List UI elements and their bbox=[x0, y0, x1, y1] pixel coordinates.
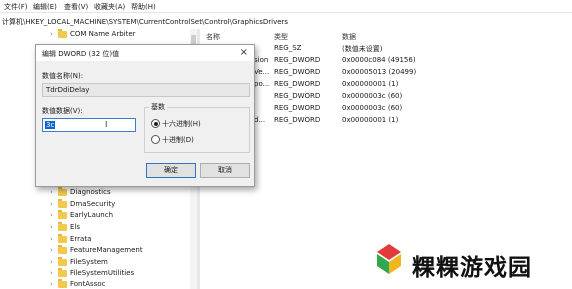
list-item[interactable]: d... REG_DWORD 0x00000001 (1) bbox=[200, 115, 572, 126]
menu-bar: 文件(F) 编辑(E) 查看(V) 收藏夹(A) 帮助(H) bbox=[0, 0, 572, 12]
base-group: 基数 十六进制(H) 十进制(D) bbox=[144, 102, 250, 153]
tree-item-label: FontAssoc bbox=[70, 280, 106, 288]
column-type-header[interactable]: 类型 bbox=[274, 32, 288, 42]
dialog-title: 编辑 DWORD (32 位)值 bbox=[42, 50, 120, 58]
value-name: d... bbox=[254, 116, 266, 124]
radio-hex[interactable] bbox=[151, 119, 160, 128]
tree-item-label: Els bbox=[70, 223, 81, 231]
watermark: 粿粿游戏园 bbox=[372, 242, 568, 284]
folder-icon bbox=[58, 199, 67, 208]
menu-file[interactable]: 文件(F) bbox=[4, 2, 28, 12]
value-data-text[interactable]: 3c bbox=[45, 121, 56, 129]
folder-icon bbox=[58, 222, 67, 231]
chevron-right-icon[interactable]: › bbox=[50, 30, 53, 38]
value-type: REG_DWORD bbox=[274, 68, 321, 76]
value-type: REG_DWORD bbox=[274, 92, 321, 100]
cancel-button[interactable]: 取消 bbox=[200, 163, 250, 178]
chevron-right-icon[interactable]: › bbox=[50, 223, 53, 231]
value-name-field: TdrDdiDelay bbox=[42, 83, 250, 97]
ok-button[interactable]: 确定 bbox=[146, 163, 196, 178]
value-name-text: TdrDdiDelay bbox=[46, 86, 90, 94]
radio-hex-label[interactable]: 十六进制(H) bbox=[162, 119, 201, 129]
chevron-right-icon[interactable]: › bbox=[50, 200, 53, 208]
value-type: REG_DWORD bbox=[274, 104, 321, 112]
value-data: 0x00000001 (1) bbox=[342, 116, 399, 124]
chevron-right-icon[interactable]: › bbox=[50, 246, 53, 254]
tree-item-label: Errata bbox=[70, 235, 92, 243]
menu-edit[interactable]: 编辑(E) bbox=[33, 2, 57, 12]
tree-item-label: FileSystem bbox=[70, 258, 108, 266]
tree-item-label: FileSystemUtilities bbox=[70, 269, 135, 277]
value-data: 0x00000001 (1) bbox=[342, 80, 399, 88]
tree-item-label: FeatureManagement bbox=[70, 246, 143, 254]
value-data: 0x0000c084 (49156) bbox=[342, 56, 416, 64]
list-item[interactable]: REG_SZ (数值未设置) bbox=[200, 43, 572, 54]
value-name: sion bbox=[254, 56, 269, 64]
value-data: 0x0000003c (60) bbox=[342, 92, 403, 100]
edit-dword-dialog: 编辑 DWORD (32 位)值 × 数值名称(N): TdrDdiDelay … bbox=[35, 44, 255, 187]
menu-view[interactable]: 查看(V) bbox=[64, 2, 88, 12]
list-item[interactable]: REG_DWORD 0x0000003c (60) bbox=[200, 91, 572, 102]
watermark-text: 粿粿游戏园 bbox=[412, 255, 532, 281]
value-name: Ve... bbox=[254, 68, 270, 76]
chevron-right-icon[interactable]: › bbox=[50, 258, 53, 266]
value-data-input[interactable]: 3c I bbox=[42, 118, 136, 132]
list-item[interactable]: Ve... REG_DWORD 0x00005013 (20499) bbox=[200, 67, 572, 78]
menu-favorites[interactable]: 收藏夹(A) bbox=[94, 2, 125, 12]
address-bar[interactable]: 计算机\HKEY_LOCAL_MACHINE\SYSTEM\CurrentCon… bbox=[0, 12, 572, 30]
tree-item-label: DmaSecurity bbox=[70, 200, 116, 208]
value-type: REG_SZ bbox=[274, 44, 302, 52]
folder-icon bbox=[58, 257, 67, 266]
text-cursor-icon: I bbox=[105, 120, 108, 129]
value-type: REG_DWORD bbox=[274, 56, 321, 64]
base-group-title: 基数 bbox=[149, 102, 167, 112]
folder-icon bbox=[58, 234, 67, 243]
tree-item-label: COM Name Arbiter bbox=[70, 30, 136, 38]
list-item[interactable]: sion REG_DWORD 0x0000c084 (49156) bbox=[200, 55, 572, 66]
folder-icon bbox=[58, 29, 67, 38]
value-type: REG_DWORD bbox=[274, 80, 321, 88]
chevron-right-icon[interactable]: › bbox=[50, 188, 53, 196]
value-type: REG_DWORD bbox=[274, 116, 321, 124]
folder-icon bbox=[58, 245, 67, 254]
value-data: (数值未设置) bbox=[342, 45, 383, 53]
chevron-right-icon[interactable]: › bbox=[50, 280, 53, 288]
value-name-label: 数值名称(N): bbox=[42, 72, 84, 80]
chevron-right-icon[interactable]: › bbox=[50, 269, 53, 277]
folder-icon bbox=[58, 268, 67, 277]
folder-icon bbox=[58, 210, 67, 219]
radio-dec-label[interactable]: 十进制(D) bbox=[162, 135, 194, 145]
value-data: 0x0000003c (60) bbox=[342, 104, 403, 112]
list-item[interactable]: po... REG_DWORD 0x00000001 (1) bbox=[200, 79, 572, 90]
tree-item-label: EarlyLaunch bbox=[70, 211, 114, 219]
close-icon[interactable]: × bbox=[240, 47, 248, 58]
folder-icon bbox=[58, 187, 67, 196]
tree-item-label: Diagnostics bbox=[70, 188, 111, 196]
address-path[interactable]: 计算机\HKEY_LOCAL_MACHINE\SYSTEM\CurrentCon… bbox=[2, 17, 288, 27]
value-data: 0x00005013 (20499) bbox=[342, 68, 417, 76]
chevron-right-icon[interactable]: › bbox=[50, 211, 53, 219]
menu-help[interactable]: 帮助(H) bbox=[131, 2, 156, 12]
dialog-title-bar[interactable]: 编辑 DWORD (32 位)值 × bbox=[36, 45, 254, 61]
column-name-header[interactable]: 名称 bbox=[206, 32, 220, 42]
column-data-header[interactable]: 数据 bbox=[342, 32, 356, 42]
value-data-label: 数值数据(V): bbox=[42, 107, 83, 115]
radio-dec[interactable] bbox=[151, 135, 160, 144]
watermark-logo-icon bbox=[377, 244, 401, 274]
chevron-right-icon[interactable]: › bbox=[50, 235, 53, 243]
value-name: po... bbox=[254, 80, 270, 88]
folder-icon bbox=[58, 279, 67, 288]
list-item[interactable]: REG_DWORD 0x0000003c (60) bbox=[200, 103, 572, 114]
